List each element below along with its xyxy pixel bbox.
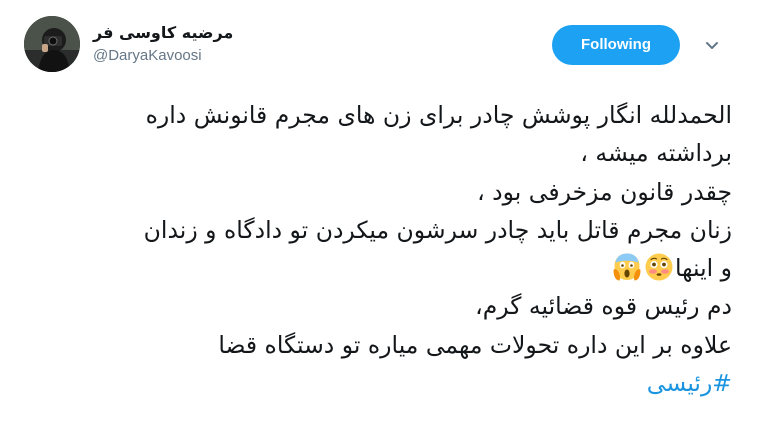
avatar[interactable] <box>24 16 80 72</box>
tweet-line: برداشته میشه ، <box>580 139 732 168</box>
tweet-header: مرضیه کاوسی فر @DaryaKavoosi Following <box>0 0 758 90</box>
face-screaming-in-fear-emoji-icon <box>612 252 642 282</box>
avatar-photo <box>24 16 80 72</box>
tweet-line: دم رئیس قوه قضائیه گرم، <box>475 292 732 321</box>
following-button[interactable]: Following <box>552 25 680 65</box>
tweet-hashtag-line: #رئیسی <box>20 364 732 402</box>
flushed-face-emoji-icon <box>644 252 674 282</box>
tweet-line: زنان مجرم قاتل باید چادر سرشون میکردن تو… <box>143 215 732 244</box>
more-options-chevron-down-icon[interactable] <box>702 38 722 54</box>
hashtag-link[interactable]: #رئیسی <box>647 369 732 397</box>
author-info[interactable]: مرضیه کاوسی فر @DaryaKavoosi <box>93 22 233 66</box>
tweet-text: الحمدلله انگار پوشش چادر برای زن های مجر… <box>20 96 732 402</box>
tweet-line: و اینها <box>675 254 732 283</box>
author-display-name[interactable]: مرضیه کاوسی فر <box>93 22 233 44</box>
author-handle[interactable]: @DaryaKavoosi <box>93 46 233 66</box>
tweet-line: الحمدلله انگار پوشش چادر برای زن های مجر… <box>145 101 732 129</box>
tweet-line: چقدر قانون مزخرفی بود ، <box>477 177 732 206</box>
tweet-line: علاوه بر این داره تحولات مهمی میاره تو د… <box>218 330 732 359</box>
tweet-line-with-emojis: و اینها <box>20 249 732 287</box>
